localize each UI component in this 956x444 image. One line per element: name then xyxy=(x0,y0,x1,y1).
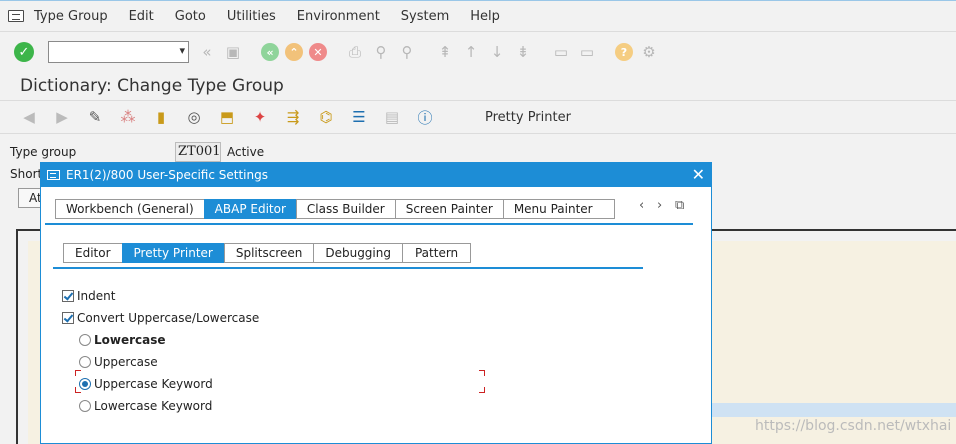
indent-checkbox[interactable]: Indent xyxy=(62,289,115,303)
menu-type-group[interactable]: Type Group xyxy=(34,9,108,24)
type-group-label: Type group xyxy=(10,145,77,159)
check-icon[interactable]: ▮ xyxy=(150,106,172,128)
next-page-icon[interactable]: ↓ xyxy=(487,42,507,62)
focus-corner xyxy=(75,370,81,376)
navigation-icon[interactable]: ⇶ xyxy=(282,106,304,128)
magic-wand-icon[interactable]: ✦ xyxy=(249,106,271,128)
subtab-pretty-printer[interactable]: Pretty Printer xyxy=(121,243,224,263)
menu-bar: Type Group Edit Goto Utilities Environme… xyxy=(0,0,956,32)
create-session-icon[interactable]: ▭ xyxy=(551,42,571,62)
tab-abap-editor[interactable]: ABAP Editor xyxy=(203,199,296,219)
arrow-left-icon[interactable]: ◀ xyxy=(18,106,40,128)
menu-utilities[interactable]: Utilities xyxy=(227,9,276,24)
object-list-icon[interactable]: ☰ xyxy=(348,106,370,128)
convert-case-check[interactable] xyxy=(62,312,74,324)
help-icon[interactable]: ? xyxy=(615,43,633,61)
sub-tabs-underline xyxy=(53,267,643,269)
page-title: Dictionary: Change Type Group xyxy=(20,76,284,96)
print-icon[interactable]: ⎙ xyxy=(345,42,365,62)
standard-toolbar: ✓ ▾ « ▣ « ⌃ ✕ ⎙ ⚲ ⚲ ⇞ ↑ ↓ ⇟ ▭ ▭ ? ⚙ xyxy=(0,33,956,71)
user-settings-dialog: ER1(2)/800 User-Specific Settings ✕ Work… xyxy=(40,162,712,444)
focus-corner xyxy=(479,387,485,393)
command-field[interactable]: ▾ xyxy=(48,41,189,63)
editor-highlight-row xyxy=(711,403,956,417)
radio-lowercase-label: Lowercase xyxy=(94,333,166,347)
back-double-icon[interactable]: « xyxy=(197,42,217,62)
focus-corner xyxy=(75,387,81,393)
cancel-icon[interactable]: ✕ xyxy=(309,43,327,61)
tab-list-icon[interactable]: ⧉ xyxy=(675,198,684,213)
radio-uppercase-keyword[interactable]: Uppercase Keyword xyxy=(79,377,213,391)
exit-icon[interactable]: ⌃ xyxy=(285,43,303,61)
radio-lowercase-keyword[interactable]: Lowercase Keyword xyxy=(79,399,212,413)
window-icon xyxy=(47,170,60,180)
focus-corner xyxy=(479,370,485,376)
radio-uppercase[interactable]: Uppercase xyxy=(79,355,158,369)
tab-menu-painter[interactable]: Menu Painter xyxy=(502,199,615,219)
subtab-splitscreen[interactable]: Splitscreen xyxy=(223,243,314,263)
first-page-icon[interactable]: ⇞ xyxy=(435,42,455,62)
radio-uppercase-keyword-label: Uppercase Keyword xyxy=(94,377,213,391)
pretty-printer-button[interactable]: Pretty Printer xyxy=(485,110,571,125)
menu-edit[interactable]: Edit xyxy=(129,9,154,24)
save-icon[interactable]: ▣ xyxy=(223,42,243,62)
status-text: Active xyxy=(227,145,265,159)
activate-icon[interactable]: ◎ xyxy=(183,106,205,128)
info-icon[interactable]: ⓘ xyxy=(414,106,436,128)
radio-uppercase-button[interactable] xyxy=(79,356,91,368)
main-tabs: Workbench (General) ABAP Editor Class Bu… xyxy=(55,199,615,219)
radio-lowercase[interactable]: Lowercase xyxy=(79,333,166,347)
indent-label: Indent xyxy=(77,289,116,303)
tab-workbench-general[interactable]: Workbench (General) xyxy=(55,199,204,219)
layout-icon[interactable]: ▤ xyxy=(381,106,403,128)
subtab-debugging[interactable]: Debugging xyxy=(313,243,402,263)
where-used-icon[interactable]: ⬒ xyxy=(216,106,238,128)
convert-case-checkbox[interactable]: Convert Uppercase/Lowercase xyxy=(62,311,259,325)
tab-screen-painter[interactable]: Screen Painter xyxy=(394,199,503,219)
application-toolbar: ◀ ▶ ✎ ⁂ ▮ ◎ ⬒ ✦ ⇶ ⌬ ☰ ▤ ⓘ Pretty Printer xyxy=(0,100,956,134)
watermark: https://blog.csdn.net/wtxhai xyxy=(755,418,952,434)
menu-system[interactable]: System xyxy=(401,9,449,24)
find-next-icon[interactable]: ⚲ xyxy=(397,42,417,62)
customize-layout-icon[interactable]: ⚙ xyxy=(639,42,659,62)
previous-page-icon[interactable]: ↑ xyxy=(461,42,481,62)
sub-tabs: Editor Pretty Printer Splitscreen Debugg… xyxy=(63,243,472,263)
radio-lowercase-button[interactable] xyxy=(79,334,91,346)
indent-check[interactable] xyxy=(62,290,74,302)
enter-check-icon[interactable]: ✓ xyxy=(14,42,34,62)
menu-goto[interactable]: Goto xyxy=(175,9,206,24)
radio-lowercase-keyword-label: Lowercase Keyword xyxy=(94,399,213,413)
tab-class-builder[interactable]: Class Builder xyxy=(295,199,395,219)
main-tabs-underline xyxy=(45,223,693,225)
radio-uppercase-label: Uppercase xyxy=(94,355,158,369)
type-group-value: ZT001 xyxy=(175,142,221,162)
back-icon[interactable]: « xyxy=(261,43,279,61)
close-icon[interactable]: ✕ xyxy=(692,165,705,184)
window-menu-icon[interactable] xyxy=(8,10,24,22)
other-object-icon[interactable]: ⁂ xyxy=(117,106,139,128)
tab-scroll-left-icon[interactable]: ‹ xyxy=(639,198,644,213)
chevron-down-icon[interactable]: ▾ xyxy=(179,44,185,57)
dialog-title-bar: ER1(2)/800 User-Specific Settings ✕ xyxy=(41,163,711,187)
display-change-icon[interactable]: ✎ xyxy=(84,106,106,128)
tab-scroll-right-icon[interactable]: › xyxy=(657,198,662,213)
arrow-right-icon[interactable]: ▶ xyxy=(51,106,73,128)
shortcut-icon[interactable]: ▭ xyxy=(577,42,597,62)
find-icon[interactable]: ⚲ xyxy=(371,42,391,62)
menu-environment[interactable]: Environment xyxy=(297,9,380,24)
subtab-pattern[interactable]: Pattern xyxy=(401,243,472,263)
menu-help[interactable]: Help xyxy=(470,9,500,24)
hierarchy-icon[interactable]: ⌬ xyxy=(315,106,337,128)
last-page-icon[interactable]: ⇟ xyxy=(513,42,533,62)
radio-lowercase-keyword-button[interactable] xyxy=(79,400,91,412)
short-description-label: Short xyxy=(10,167,43,181)
convert-case-label: Convert Uppercase/Lowercase xyxy=(77,311,260,325)
subtab-editor[interactable]: Editor xyxy=(63,243,122,263)
dialog-title: ER1(2)/800 User-Specific Settings xyxy=(66,168,268,182)
